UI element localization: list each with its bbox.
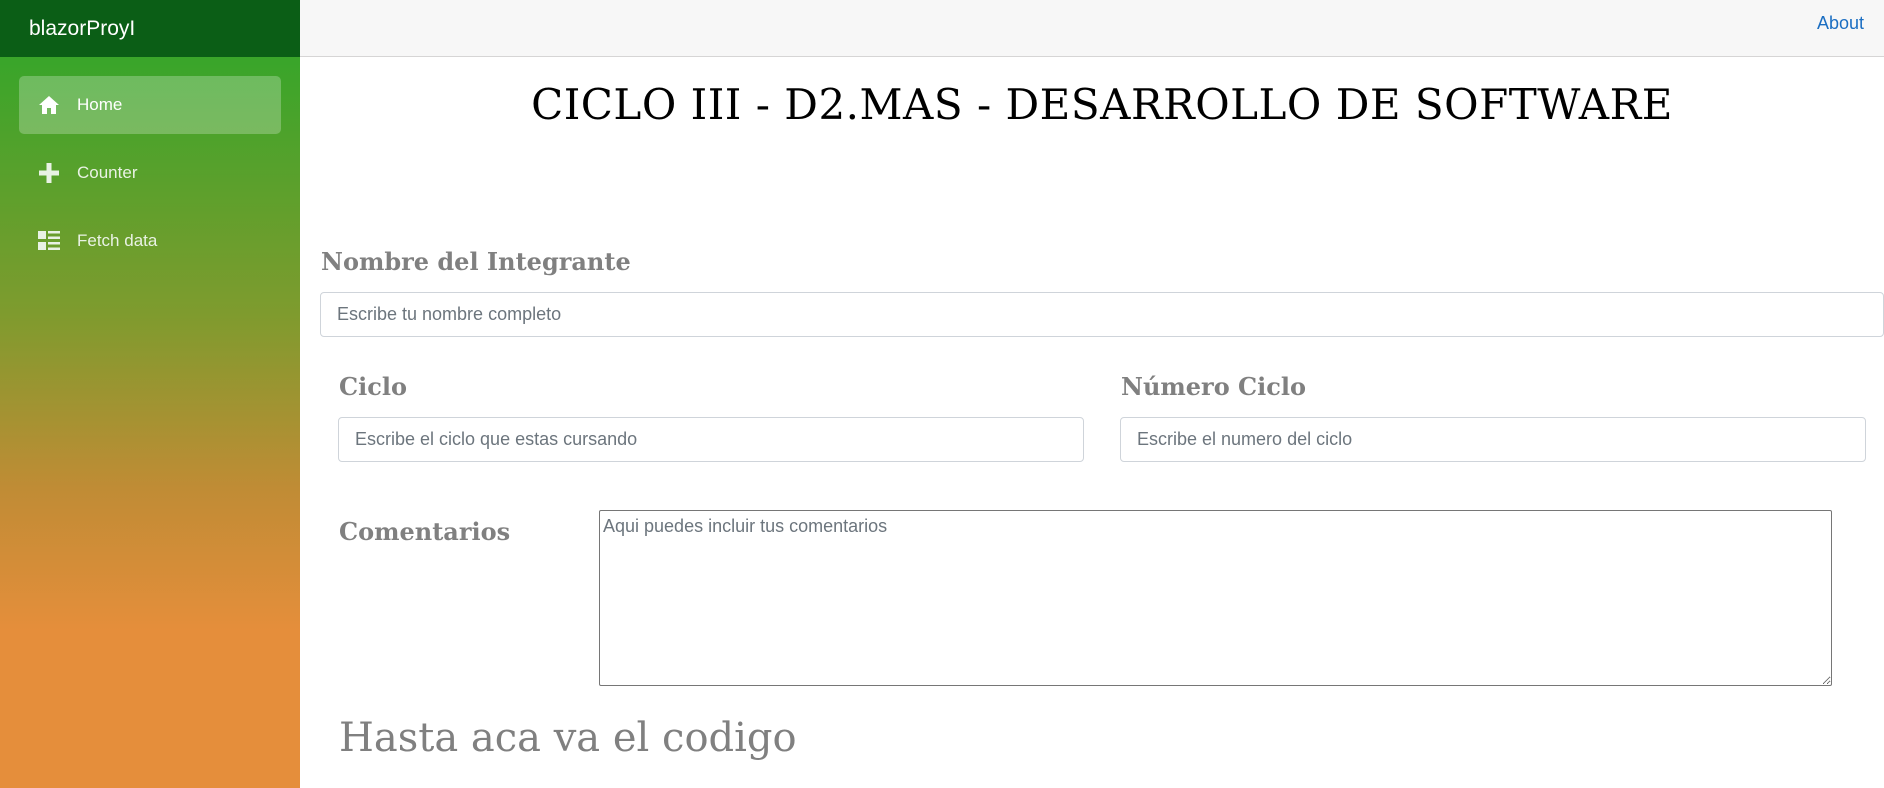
about-link[interactable]: About (1817, 13, 1864, 34)
nombre-label: Nombre del Integrante (321, 247, 631, 276)
comentarios-label: Comentarios (339, 517, 511, 546)
ciclo-input[interactable] (338, 417, 1084, 462)
top-bar: About (300, 0, 1884, 57)
footer-heading: Hasta aca va el codigo (339, 715, 797, 761)
plus-icon (37, 161, 61, 185)
sidebar-item-label: Home (77, 95, 123, 114)
sidebar-item-fetch-data[interactable]: Fetch data (19, 212, 281, 270)
nav-menu: Home Counter Fetch data (0, 57, 300, 270)
numero-ciclo-label: Número Ciclo (1121, 372, 1307, 401)
nombre-input[interactable] (320, 292, 1884, 337)
home-icon (37, 93, 61, 117)
sidebar-item-label: Fetch data (77, 231, 158, 250)
comentarios-textarea[interactable] (599, 510, 1832, 686)
sidebar: blazorProyI Home Counter Fetch data (0, 0, 300, 788)
brand-bar: blazorProyI (0, 0, 300, 57)
numero-ciclo-input[interactable] (1120, 417, 1866, 462)
sidebar-item-label: Counter (77, 163, 138, 182)
sidebar-item-home[interactable]: Home (19, 76, 281, 134)
sidebar-item-counter[interactable]: Counter (19, 144, 281, 202)
main-content: CICLO III - D2.MAS - DESARROLLO DE SOFTW… (300, 57, 1884, 788)
ciclo-label: Ciclo (339, 372, 407, 401)
page-title: CICLO III - D2.MAS - DESARROLLO DE SOFTW… (531, 80, 1673, 129)
list-icon (37, 229, 61, 253)
brand-link[interactable]: blazorProyI (29, 17, 135, 41)
